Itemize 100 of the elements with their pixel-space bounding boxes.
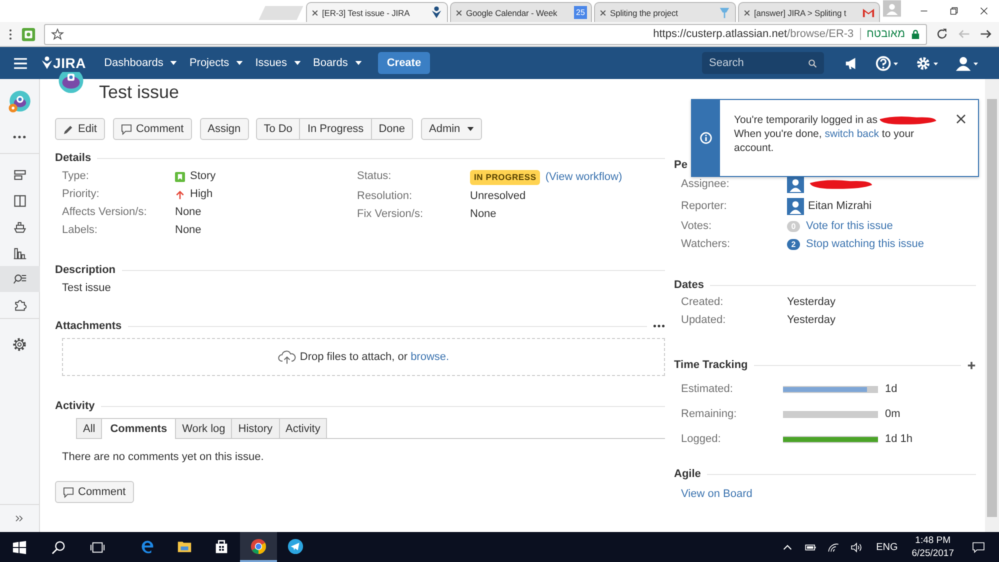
battery-icon[interactable] [804,542,818,552]
section-heading: Details [55,152,92,164]
settings-icon[interactable] [12,337,27,352]
search-field[interactable]: Search [702,52,824,74]
drop-zone[interactable]: Drop files to attach, or browse. [62,338,665,376]
wifi-icon[interactable] [827,542,840,552]
field-label: Votes: [681,220,713,232]
field-label: Type: [62,170,90,183]
view-workflow-link[interactable]: (View workflow) [545,171,622,184]
notification-center-icon[interactable] [972,542,985,552]
browser-tab[interactable]: Google Calendar - Week 25 [450,2,592,22]
section-heading: Dates [674,279,704,291]
profile-icon[interactable] [955,54,979,72]
field-label: Labels: [62,224,98,237]
clock-time[interactable]: 1:48 PM [915,534,951,547]
close-icon[interactable] [599,8,607,16]
nav-menu[interactable]: Projects [183,57,250,69]
caret-icon [354,61,362,65]
task-view-icon[interactable] [90,540,105,554]
calendar-favicon-icon: 25 [574,6,587,19]
activity-tab[interactable]: Comments [101,418,176,439]
mail-favicon-icon [862,6,875,19]
menu-dots-icon[interactable] [8,28,13,40]
activity-tab[interactable]: Work log [175,418,232,438]
reload-icon[interactable] [935,27,949,41]
help-icon[interactable] [875,54,899,72]
chrome-taskbar-button[interactable] [240,532,277,562]
nav-menu[interactable]: Issues [249,57,307,69]
create-button[interactable]: Create [378,52,430,74]
more-icon[interactable] [653,324,665,328]
comment-button[interactable]: Comment [55,481,134,503]
expand-icon[interactable] [15,515,24,522]
browse-link[interactable]: browse. [410,351,450,363]
field-value: Unresolved [470,190,526,203]
close-icon[interactable] [455,8,463,16]
close-icon[interactable] [311,8,319,16]
watch-link[interactable]: Stop watching this issue [806,238,924,250]
field-label: Status: [357,170,392,184]
ship-icon [12,220,26,234]
more-icon[interactable] [13,135,26,139]
field-label: Fix Version/s: [357,208,424,221]
section-heading: Description [55,264,116,276]
star-icon[interactable] [51,28,64,40]
project-avatar-icon[interactable] [6,89,32,115]
field-value: Story [190,170,216,183]
empty-message: There are no comments yet on this issue. [62,451,264,464]
bar-chart-icon [12,246,26,260]
paper-plane-icon [287,538,304,554]
workflow-button[interactable]: In Progress [299,118,372,140]
jira-logo-text[interactable]: JIRA [53,55,86,71]
activity-tab[interactable]: Activity [278,418,328,438]
date-value: Yesterday [787,296,836,308]
field-label: Affects Version/s: [62,206,148,219]
section-heading: Pe [674,159,688,171]
action-button[interactable]: Assign [200,118,249,140]
workflow-button[interactable]: Done [370,118,413,140]
browser-tab[interactable]: Spliting the project [594,2,736,22]
view-on-board-link[interactable]: View on Board [681,488,976,500]
redaction-mark [808,177,874,191]
pencil-icon [63,124,74,134]
nav-menu[interactable]: Boards [306,57,368,69]
menu-icon[interactable] [14,58,27,68]
search-icon [808,59,817,68]
field-label: Updated: [681,314,727,326]
workflow-button[interactable]: To Do [256,118,300,140]
admin-button[interactable]: Admin [420,118,482,140]
clock-date[interactable]: 6/25/2017 [912,547,954,560]
browser-tab[interactable]: [answer] JIRA > Spliting t [738,2,880,22]
tab-title: Google Calendar - Week [466,8,558,18]
vote-link[interactable]: Vote for this issue [806,220,893,232]
close-icon[interactable] [956,114,966,124]
status-lozenge: IN PROGRESS [470,170,540,185]
tab-title: [answer] JIRA > Spliting t [754,8,848,18]
settings-icon[interactable] [915,54,939,72]
description-text: Test issue [62,282,111,295]
edit-button[interactable]: Edit [55,118,105,140]
search-icon[interactable] [51,540,66,554]
comment-button[interactable]: Comment [112,118,192,140]
switch-back-link[interactable]: switch back [824,128,880,140]
extension-icon[interactable] [21,26,36,42]
sidebar-item[interactable] [0,266,40,292]
nav-menu[interactable]: Dashboards [98,57,184,69]
shopping-bag-icon [213,538,230,554]
scrollbar[interactable] [985,79,999,532]
activity-tab[interactable]: History [231,418,280,438]
field-value: None [175,224,202,237]
volume-icon[interactable] [850,542,864,552]
forward-icon[interactable] [979,27,993,41]
pin-favicon-icon [718,6,731,19]
plus-icon[interactable] [967,360,976,370]
caret-icon [294,61,301,65]
browser-tab[interactable]: [ER-3] Test issue - JIRA [306,2,448,22]
language-indicator[interactable]: ENG [876,542,898,552]
close-icon[interactable] [743,8,751,16]
field-label: Resolution: [357,190,414,203]
section-heading: Attachments [55,320,122,332]
jira-logo-icon [41,56,53,70]
upload-cloud-icon [278,350,296,364]
windows-start-icon[interactable] [12,540,27,554]
activity-tab[interactable]: All [76,418,102,438]
